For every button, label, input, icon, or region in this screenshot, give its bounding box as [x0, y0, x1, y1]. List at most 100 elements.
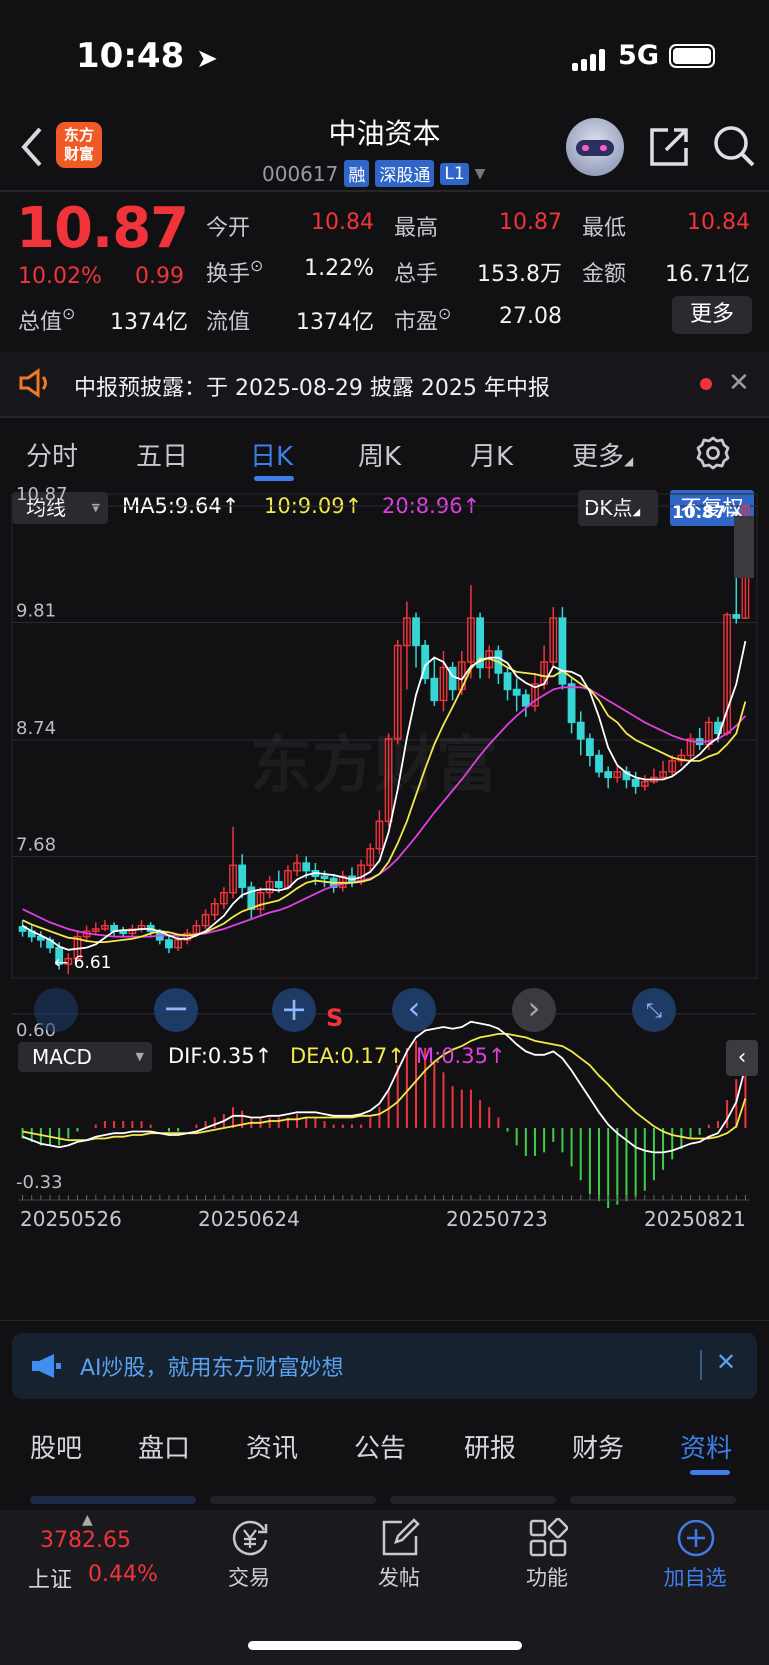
- quote-label-turnover[interactable]: 换手⊙: [206, 256, 263, 288]
- trade-yen-icon[interactable]: [230, 1518, 270, 1558]
- tab-daily-k[interactable]: 日K: [250, 436, 293, 473]
- dif-legend: DIF:0.35↑: [168, 1044, 272, 1068]
- market-cap-label-text: 总值: [18, 310, 63, 335]
- tab-orderbook[interactable]: 盘口: [138, 1428, 190, 1465]
- corner-caret-icon: ◢: [624, 454, 634, 468]
- ma20-line: [22, 686, 747, 938]
- more-quote-button[interactable]: 更多: [672, 296, 752, 334]
- speaker-icon: [19, 368, 47, 398]
- banner-separator: [700, 1350, 702, 1380]
- post-label[interactable]: 发帖: [354, 1562, 444, 1592]
- functions-grid-icon[interactable]: [528, 1518, 568, 1558]
- indicator-select-macd[interactable]: MACD ▼: [18, 1042, 152, 1072]
- collapse-left-icon[interactable]: ‹: [726, 1040, 758, 1076]
- tab-more[interactable]: 更多◢: [572, 436, 633, 473]
- content-card-stub: [390, 1496, 556, 1504]
- m-text: M:0.35: [416, 1044, 488, 1068]
- candle-body: [165, 939, 173, 949]
- info-dots-icon: ⊙: [438, 304, 452, 323]
- y-tick-label: 9.81: [16, 600, 56, 621]
- tag-margin: 融: [344, 160, 370, 187]
- chart-watermark: 东方财富: [250, 728, 498, 801]
- add-watchlist-label[interactable]: 加自选: [650, 1562, 740, 1592]
- info-dots-icon: ⊙: [250, 256, 264, 275]
- candle-body: [320, 875, 329, 880]
- dea-text: DEA:0.17: [290, 1044, 388, 1068]
- search-icon[interactable]: [712, 124, 756, 168]
- candle-body: [585, 738, 594, 757]
- scroll-right-button[interactable]: ›: [512, 988, 556, 1032]
- quote-label-market-cap[interactable]: 总值⊙: [18, 304, 75, 336]
- kline-y-ticks: 10.87 9.81 8.74 7.68: [16, 486, 68, 855]
- up-arrow-icon: ↑: [387, 1044, 405, 1068]
- header-divider: [0, 190, 769, 192]
- tab-announcements[interactable]: 公告: [354, 1428, 406, 1465]
- signal-icon: [572, 40, 608, 71]
- tab-finance[interactable]: 财务: [572, 1428, 624, 1465]
- quote-label-float-cap: 流值: [206, 310, 251, 335]
- quote-value-amount: 16.71亿: [665, 262, 750, 287]
- candle-body: [274, 881, 283, 888]
- tab-monthly-k[interactable]: 月K: [470, 436, 513, 473]
- battery-icon: [669, 43, 715, 68]
- quote-label-open: 今开: [206, 216, 251, 241]
- index-value[interactable]: 3782.65: [40, 1528, 131, 1553]
- date-label: 20250526: [20, 1207, 122, 1231]
- turnover-label-text: 换手: [206, 262, 251, 287]
- quote-value-volume: 153.8万: [477, 262, 562, 287]
- candle-body: [412, 617, 420, 647]
- tab-research[interactable]: 研报: [464, 1428, 516, 1465]
- kline-chart[interactable]: 东方财富 10.879.818.747.68 10.87→← 6.61 0.60…: [0, 486, 769, 1326]
- change-amount: 0.99: [135, 264, 184, 289]
- gear-icon[interactable]: [696, 436, 730, 470]
- tab-profile[interactable]: 资料: [680, 1428, 732, 1465]
- zoom-out-button[interactable]: −: [154, 988, 198, 1032]
- change-percent: 10.02%: [18, 264, 102, 289]
- chart-bottom-divider: [0, 1320, 769, 1321]
- scroll-thumb: [734, 516, 754, 578]
- quote-label-pe[interactable]: 市盈⊙: [394, 304, 451, 336]
- content-card-stub: [30, 1496, 196, 1504]
- quote-label-high: 最高: [394, 216, 439, 241]
- expand-up-icon[interactable]: ▲: [82, 1512, 93, 1528]
- tab-news[interactable]: 资讯: [246, 1428, 298, 1465]
- notice-text: 中报预披露：于 2025-08-29 披露 2025 年中报: [74, 376, 550, 401]
- chart-tool-button[interactable]: [34, 988, 78, 1032]
- robot-assistant-icon[interactable]: [566, 118, 624, 176]
- candle-body: [238, 864, 247, 888]
- close-icon[interactable]: ✕: [716, 1348, 736, 1376]
- quote-label-amount: 金额: [582, 262, 627, 287]
- tab-intraday[interactable]: 分时: [26, 436, 78, 473]
- date-label: 20250624: [198, 1207, 300, 1231]
- network-label: 5G: [618, 40, 659, 71]
- candle-body: [119, 930, 128, 935]
- add-watchlist-icon[interactable]: [676, 1518, 716, 1558]
- tab-five-day[interactable]: 五日: [136, 436, 188, 473]
- close-icon[interactable]: ✕: [728, 368, 750, 398]
- quote-value-pe: 27.08: [499, 304, 562, 329]
- index-name: 上证: [28, 1568, 73, 1593]
- zoom-in-button[interactable]: +: [272, 988, 316, 1032]
- tab-weekly-k[interactable]: 周K: [358, 436, 401, 473]
- stock-code-row[interactable]: 000617 融 深股通 L1 ▼: [262, 160, 485, 187]
- up-arrow-icon: ↑: [487, 1044, 506, 1068]
- quote-value-low: 10.84: [687, 210, 750, 235]
- date-axis-bg: [0, 1240, 769, 1320]
- scroll-left-button[interactable]: ‹: [392, 988, 436, 1032]
- candle-body: [595, 754, 603, 773]
- tab-forum[interactable]: 股吧: [30, 1428, 82, 1465]
- info-dots-icon: ⊙: [62, 304, 76, 323]
- status-time-text: 10:48: [76, 36, 185, 76]
- candle-body: [732, 614, 741, 619]
- candle-body: [448, 666, 457, 691]
- last-price-label: 10.87→: [672, 503, 740, 523]
- index-pct: 0.44%: [88, 1562, 158, 1587]
- status-indicators: 5G: [572, 40, 715, 71]
- functions-label[interactable]: 功能: [502, 1562, 592, 1592]
- share-icon[interactable]: [648, 126, 690, 168]
- post-edit-icon[interactable]: [380, 1518, 420, 1558]
- notice-divider: [0, 416, 769, 418]
- y-tick-label: 7.68: [16, 834, 56, 855]
- fullscreen-button[interactable]: ⤡: [632, 988, 676, 1032]
- trade-label[interactable]: 交易: [204, 1562, 294, 1592]
